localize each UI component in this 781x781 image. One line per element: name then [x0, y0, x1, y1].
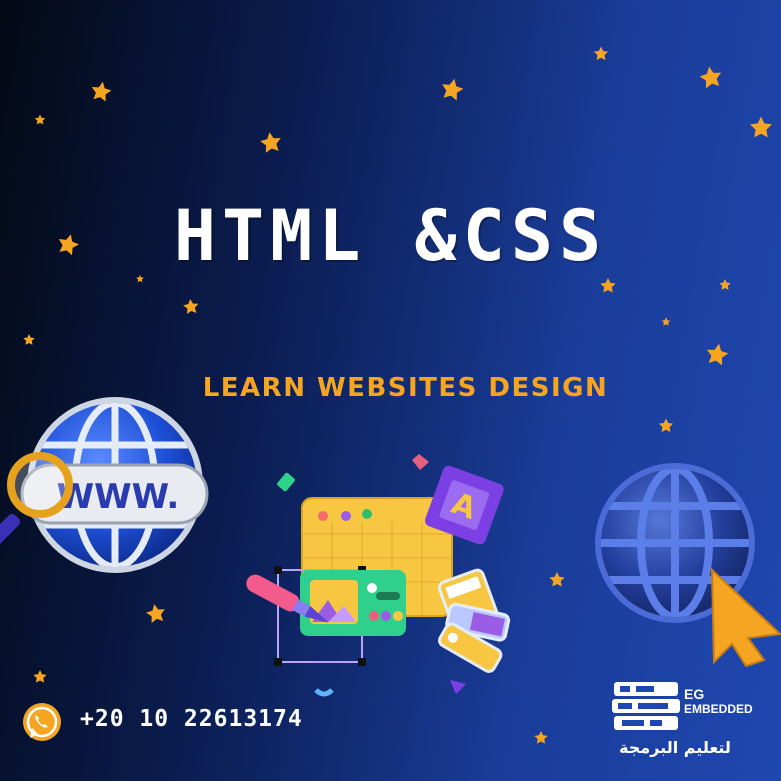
star-icon — [704, 341, 730, 367]
globe-cursor-illustration — [595, 463, 781, 668]
star-icon — [259, 130, 283, 154]
star-icon — [600, 278, 616, 293]
star-icon — [661, 317, 671, 326]
star-icon — [182, 298, 200, 315]
star-icon — [750, 116, 772, 138]
star-icon — [89, 79, 113, 103]
eg-embedded-logo-icon — [612, 682, 680, 730]
whatsapp-icon[interactable] — [22, 702, 62, 742]
star-icon — [439, 76, 466, 102]
star-icon — [698, 64, 724, 90]
star-icon — [719, 279, 731, 290]
logo-line2: EMBEDDED — [684, 702, 753, 716]
poster: HTML &CSS LEARN WEBSITES DESIGN WWW. A +… — [0, 0, 781, 781]
star-icon — [23, 334, 35, 345]
browser-url-text: WWW. — [57, 477, 180, 517]
star-icon — [33, 670, 47, 683]
star-icon — [34, 114, 46, 125]
star-icon — [534, 731, 548, 744]
logo-tagline-arabic: لتعليم البرمجة — [619, 738, 731, 757]
logo-text: EG EMBEDDED — [684, 686, 753, 716]
star-icon — [593, 46, 609, 61]
star-icon — [549, 572, 565, 587]
phone-number[interactable]: +20 10 22613174 — [80, 706, 303, 732]
star-icon — [658, 418, 674, 433]
design-tools-illustration: A — [246, 454, 511, 697]
star-icon — [136, 275, 144, 283]
headline: HTML &CSS — [173, 195, 608, 277]
globe-www-illustration: WWW. — [0, 397, 209, 573]
star-icon — [144, 602, 167, 624]
logo-line1: EG — [684, 686, 705, 702]
